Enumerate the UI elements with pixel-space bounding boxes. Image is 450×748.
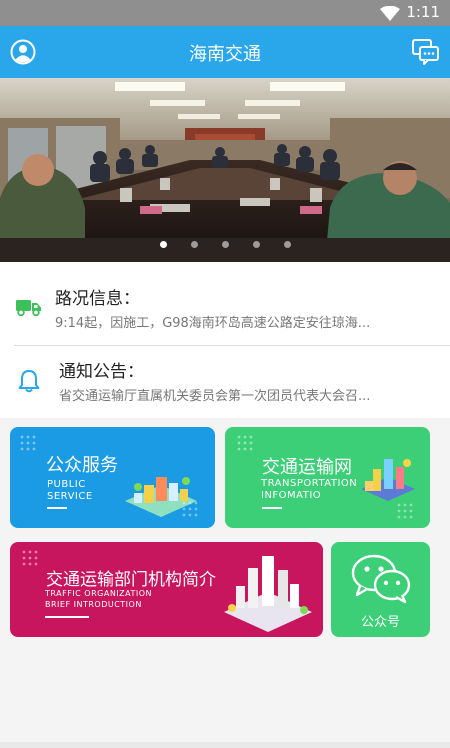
notice-text: 省交通运输厅直属机关委员会第一次团员代表大会召... — [59, 389, 371, 404]
wifi-icon — [380, 6, 400, 21]
tile-underline — [47, 507, 67, 509]
dot-grid-decoration — [20, 435, 36, 451]
carousel-dot[interactable] — [252, 241, 260, 248]
bottom-edge — [0, 742, 450, 748]
tile-title: 公众服务 — [46, 455, 118, 476]
clock: 1:11 — [406, 3, 440, 21]
notice-row[interactable]: 通知公告： 省交通运输厅直属机关委员会第一次团员代表大会召... — [0, 347, 450, 415]
dot-grid-decoration — [182, 501, 198, 517]
tile-subtitle: SERVICE — [47, 491, 93, 502]
messages-icon[interactable] — [412, 39, 440, 65]
carousel-dot[interactable] — [221, 241, 229, 248]
wechat-account-tile[interactable]: 公众号 — [331, 542, 430, 637]
tile-subtitle: INFOMATIO — [261, 490, 322, 501]
tile-subtitle: TRANSPORTATION — [261, 478, 358, 489]
carousel-dot[interactable] — [159, 241, 167, 248]
road-info-row[interactable]: 路况信息： 9:14起，因施工，G98海南环岛高速公路定安往琼海... — [0, 272, 450, 342]
tile-title: 交通运输网 — [262, 457, 352, 478]
tile-title: 交通运输部门机构简介 — [46, 570, 216, 590]
dot-grid-decoration — [22, 550, 38, 566]
bell-icon — [18, 370, 40, 393]
tile-subtitle: TRAFFIC ORGANIZATION — [45, 589, 153, 598]
transport-network-tile[interactable]: 交通运输网 TRANSPORTATION INFOMATIO — [225, 427, 430, 528]
buildings-illustration — [224, 556, 312, 632]
banner-image — [0, 78, 450, 262]
road-info-label: 路况信息： — [55, 289, 140, 309]
carousel-dot[interactable] — [190, 241, 198, 248]
tile-subtitle: BRIEF INTRODUCTION — [45, 600, 142, 609]
public-service-tile[interactable]: 公众服务 PUBLIC SERVICE — [10, 427, 215, 528]
wechat-icon — [351, 554, 411, 604]
banner-carousel[interactable] — [0, 78, 450, 262]
carousel-indicator — [0, 241, 450, 248]
status-bar: 1:11 — [0, 0, 450, 26]
tile-underline — [45, 616, 89, 618]
divider — [14, 345, 450, 346]
road-info-text: 9:14起，因施工，G98海南环岛高速公路定安往琼海... — [55, 316, 371, 331]
page-title: 海南交通 — [189, 44, 261, 65]
truck-icon — [16, 300, 41, 316]
dot-grid-decoration — [397, 503, 413, 519]
app-bar: 海南交通 — [0, 26, 450, 78]
transport-illustration — [361, 459, 415, 501]
org-intro-tile[interactable]: 交通运输部门机构简介 TRAFFIC ORGANIZATION BRIEF IN… — [10, 542, 323, 637]
carousel-dot[interactable] — [283, 241, 291, 248]
notice-label: 通知公告： — [59, 362, 144, 382]
tile-title: 公众号 — [360, 615, 400, 630]
tile-subtitle: PUBLIC — [47, 479, 86, 490]
tile-underline — [262, 507, 282, 509]
dot-grid-decoration — [237, 435, 253, 451]
